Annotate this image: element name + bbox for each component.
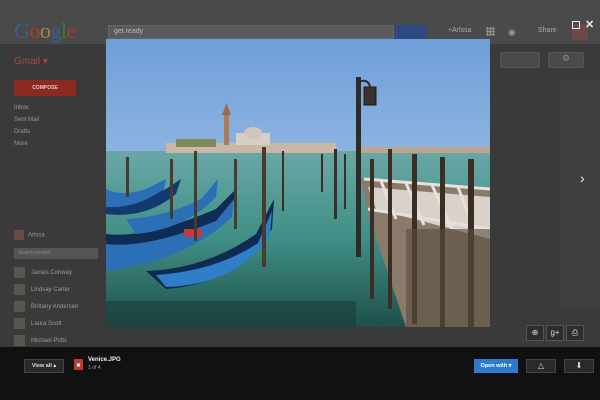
search-button[interactable] xyxy=(394,25,426,39)
chat-search-input[interactable]: Search people xyxy=(14,248,98,259)
view-all-label: View all xyxy=(31,363,52,369)
contact-name: Michael Potts xyxy=(31,337,68,344)
google-plus-share-icon[interactable]: g+ xyxy=(546,325,564,341)
open-with-label: Open with xyxy=(480,363,508,369)
viewer-bottom-bar xyxy=(0,347,600,400)
contact-name: Lindsay Carter xyxy=(31,286,71,293)
close-icon[interactable]: ✕ xyxy=(585,18,594,31)
popout-icon[interactable] xyxy=(572,21,580,29)
share-button[interactable]: Share xyxy=(538,27,557,34)
sidebar-item-sent[interactable]: Sent Mail xyxy=(14,114,39,126)
chat-user-name: Arlssa xyxy=(28,232,45,239)
contact-list: James Conway Lindsay Carter Brittany And… xyxy=(14,264,78,349)
user-name[interactable]: +Arlssa xyxy=(448,27,472,34)
search-input[interactable]: get ready xyxy=(108,25,394,39)
sidebar-item-inbox[interactable]: Inbox xyxy=(14,102,39,114)
next-image-icon[interactable]: › xyxy=(580,170,585,186)
chat-user[interactable]: Arlssa xyxy=(14,230,45,240)
sidebar-item-more[interactable]: More xyxy=(14,138,39,150)
pagination-buttons[interactable] xyxy=(500,52,540,68)
venice-photo xyxy=(106,39,490,327)
gear-icon[interactable]: ⚙ xyxy=(548,52,584,68)
gmail-app-label-text: Gmail xyxy=(14,56,41,67)
image-preview xyxy=(106,39,490,327)
view-all-button[interactable]: View all ▴ xyxy=(24,359,64,373)
list-item[interactable]: Lindsay Carter xyxy=(14,281,78,298)
zoom-in-icon[interactable]: ⊕ xyxy=(526,325,544,341)
google-logo: Google xyxy=(14,18,76,43)
file-count: 1 of 4 xyxy=(88,365,101,371)
contact-name: James Conway xyxy=(31,269,73,276)
file-name: Venice.JPG xyxy=(88,357,121,363)
contact-avatar xyxy=(14,301,25,312)
drive-icon[interactable]: △ xyxy=(526,359,556,373)
background-panel xyxy=(560,80,600,310)
contact-avatar xyxy=(14,335,25,346)
list-item[interactable]: James Conway xyxy=(14,264,78,281)
open-with-button[interactable]: Open with ▾ xyxy=(474,359,518,373)
chat-avatar xyxy=(14,230,24,240)
contact-avatar xyxy=(14,267,25,278)
contact-avatar xyxy=(14,284,25,295)
contact-avatar xyxy=(14,318,25,329)
contact-name: Laura Scott xyxy=(31,320,62,327)
list-item[interactable]: Brittany Andersen xyxy=(14,298,78,315)
print-icon[interactable]: ⎙ xyxy=(566,325,584,341)
contact-name: Brittany Andersen xyxy=(31,303,79,310)
file-type-icon: ▣ xyxy=(74,359,83,370)
gmail-app-label[interactable]: Gmail ▾ xyxy=(14,56,48,67)
bell-icon[interactable]: ◉ xyxy=(508,27,516,38)
download-icon[interactable]: ⬇ xyxy=(564,359,594,373)
compose-button[interactable]: COMPOSE xyxy=(14,80,76,96)
sidebar-item-drafts[interactable]: Drafts xyxy=(14,126,39,138)
apps-grid-icon[interactable] xyxy=(486,27,495,36)
sidebar-nav: Inbox Sent Mail Drafts More xyxy=(14,102,39,150)
list-item[interactable]: Laura Scott xyxy=(14,315,78,332)
